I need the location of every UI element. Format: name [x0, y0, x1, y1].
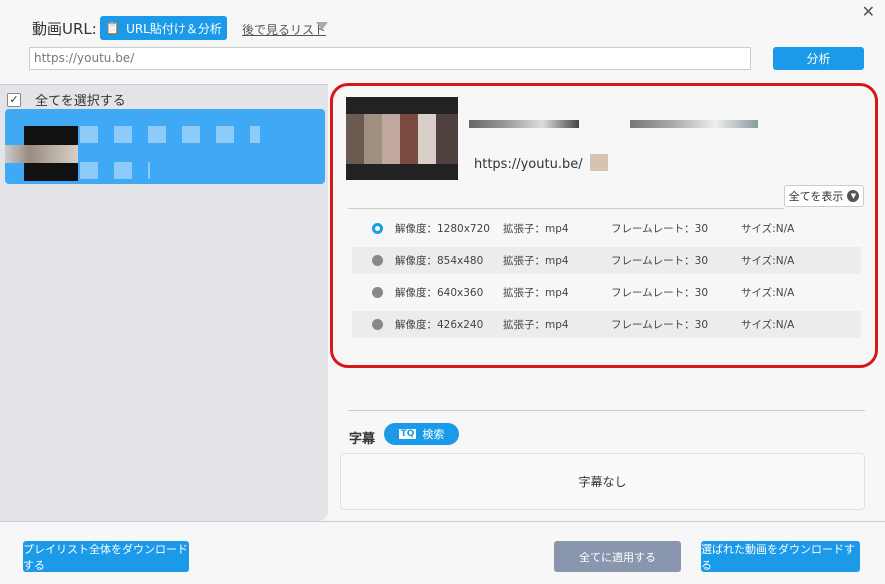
- search-label: 検索: [422, 428, 445, 441]
- resolution: 解像度：426x240: [395, 319, 484, 331]
- download-selected-button[interactable]: 選ばれた動画をダウンロードする: [701, 541, 860, 572]
- video-list-item[interactable]: [5, 109, 325, 184]
- url-input[interactable]: https://youtu.be/: [29, 47, 751, 70]
- video-link[interactable]: https://youtu.be/: [474, 157, 583, 172]
- chevron-down-icon[interactable]: [316, 22, 328, 30]
- extension: 拡張子：mp4: [503, 287, 569, 299]
- paste-label: URL貼付け＆分析: [126, 21, 222, 36]
- radio[interactable]: [372, 255, 383, 266]
- subtitle-list: 字幕なし: [340, 453, 865, 510]
- no-subtitles-text: 字幕なし: [578, 475, 627, 489]
- show-all-dropdown[interactable]: 全てを表示 ▼: [784, 185, 864, 207]
- resolution: 解像度：640x360: [395, 287, 484, 299]
- frame-rate: フレームレート：30: [611, 287, 709, 299]
- divider: [348, 208, 784, 209]
- url-value: https://youtu.be/: [34, 51, 135, 65]
- download-playlist-button[interactable]: プレイリスト全体をダウンロードする: [23, 541, 189, 572]
- format-row[interactable]: 解像度：640x360 拡張子：mp4 フレームレート：30 サイズ:N/A: [352, 279, 861, 306]
- format-row[interactable]: 解像度：854x480 拡張子：mp4 フレームレート：30 サイズ:N/A: [352, 247, 861, 274]
- subtitle-search-icon: TQ: [398, 429, 417, 439]
- format-row[interactable]: 解像度：1280x720 拡張子：mp4 フレームレート：30 サイズ:N/A: [352, 215, 861, 242]
- chevron-down-icon: ▼: [847, 190, 860, 202]
- watch-later-link[interactable]: 後で見るリスト: [242, 21, 326, 38]
- select-all-label: 全てを選択する: [35, 94, 126, 109]
- subtitle-search-button[interactable]: TQ 検索: [384, 423, 459, 445]
- format-row[interactable]: 解像度：426x240 拡張子：mp4 フレームレート：30 サイズ:N/A: [352, 311, 861, 338]
- size: サイズ:N/A: [741, 255, 795, 267]
- resolution: 解像度：1280x720: [395, 223, 490, 235]
- size: サイズ:N/A: [741, 223, 795, 235]
- frame-rate: フレームレート：30: [611, 223, 709, 235]
- blurred-title: [469, 120, 579, 128]
- analyze-button[interactable]: 分析: [773, 47, 864, 70]
- apply-all-button[interactable]: 全てに適用する: [554, 541, 681, 572]
- show-all-label: 全てを表示: [788, 190, 844, 203]
- radio[interactable]: [372, 319, 383, 330]
- frame-rate: フレームレート：30: [611, 255, 709, 267]
- select-all-checkbox[interactable]: ✓ 全てを選択する: [7, 90, 126, 109]
- extension: 拡張子：mp4: [503, 255, 569, 267]
- video-thumbnail: [346, 97, 458, 180]
- divider: [348, 410, 865, 411]
- resolution: 解像度：854x480: [395, 255, 484, 267]
- blurred-link: [590, 154, 608, 171]
- size: サイズ:N/A: [741, 287, 795, 299]
- subtitles-label: 字幕: [349, 432, 376, 447]
- thumbnail-pixels: [5, 145, 78, 163]
- radio-selected[interactable]: [372, 223, 383, 234]
- checkbox-icon[interactable]: ✓: [7, 92, 21, 107]
- blurred-title: [80, 126, 260, 143]
- radio[interactable]: [372, 287, 383, 298]
- blurred-title: [630, 120, 758, 128]
- extension: 拡張子：mp4: [503, 223, 569, 235]
- frame-rate: フレームレート：30: [611, 319, 709, 331]
- paste-analyze-button[interactable]: 📋 URL貼付け＆分析: [100, 16, 227, 40]
- url-label: 動画URL:: [32, 20, 97, 38]
- close-icon[interactable]: ✕: [862, 2, 875, 21]
- clipboard-icon: 📋: [105, 21, 121, 35]
- size: サイズ:N/A: [741, 319, 795, 331]
- blurred-meta: [80, 162, 150, 179]
- extension: 拡張子：mp4: [503, 319, 569, 331]
